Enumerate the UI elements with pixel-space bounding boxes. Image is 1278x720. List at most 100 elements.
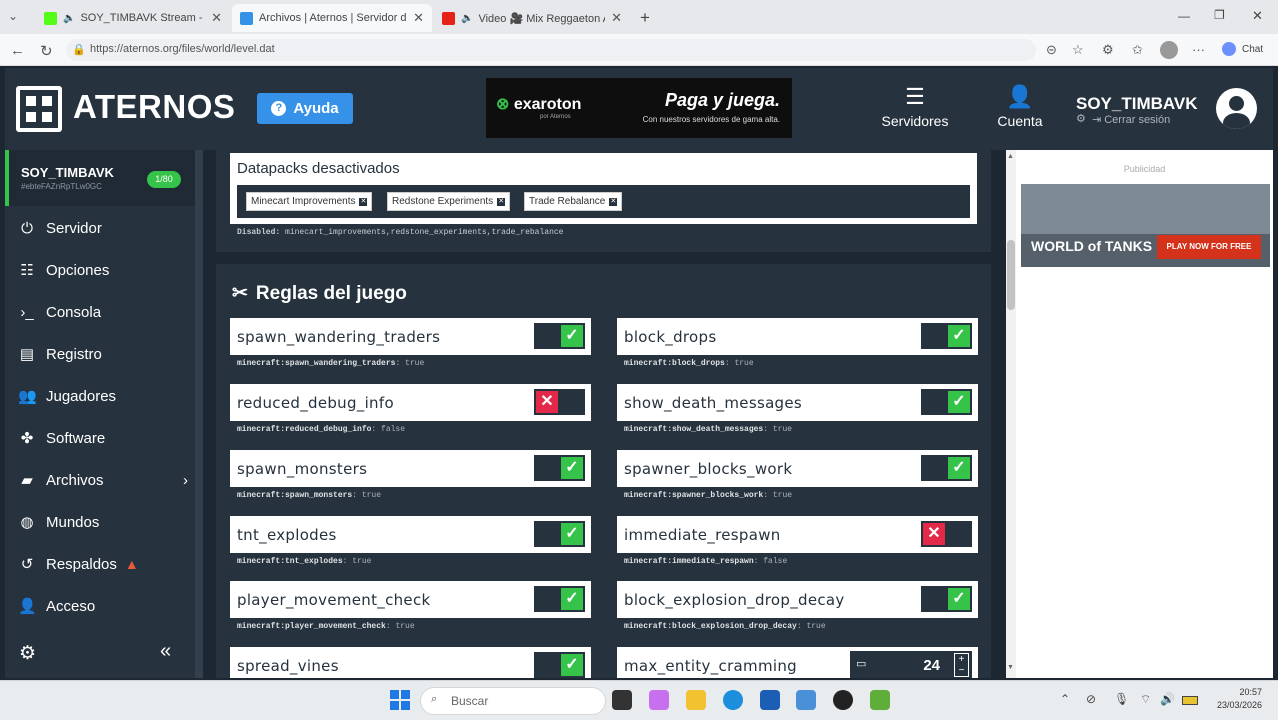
maximize-icon[interactable]: ❐ bbox=[1214, 8, 1225, 22]
sidebar-item-jugadores[interactable]: 👥 Jugadores bbox=[18, 381, 116, 411]
scroll-down-icon[interactable]: ▼ bbox=[1007, 664, 1014, 671]
collapse-sidebar-icon[interactable]: « bbox=[160, 640, 171, 663]
kick-favicon-icon bbox=[44, 11, 57, 25]
servers-nav[interactable]: ☰ Servidores bbox=[870, 84, 960, 129]
user-avatar[interactable] bbox=[1216, 88, 1257, 129]
microphone-icon[interactable]: 🎙 bbox=[1114, 692, 1129, 706]
sidebar-item-servidor[interactable]: ⏻ Servidor bbox=[18, 213, 102, 243]
server-id: #ebteFAZnRpTLw0GC bbox=[21, 182, 102, 191]
profile-avatar[interactable] bbox=[1160, 41, 1178, 59]
logout-link[interactable]: ⇥ Cerrar sesión bbox=[1092, 113, 1170, 126]
logout-label: Cerrar sesión bbox=[1104, 114, 1171, 126]
tab-aternos[interactable]: Archivos | Aternos | Servidor de M ✕ bbox=[232, 4, 432, 32]
favorite-star-icon[interactable]: ☆ bbox=[1072, 42, 1084, 58]
tray-chevron-icon[interactable]: ⌃ bbox=[1060, 692, 1070, 706]
main-scrollbar-thumb[interactable] bbox=[1007, 240, 1015, 310]
sidebar-item-respaldos[interactable]: ↺ Respaldos ▲ bbox=[18, 549, 139, 579]
sidebar-item-registro[interactable]: ▤ Registro bbox=[18, 339, 102, 369]
rule-toggle[interactable]: ✓ bbox=[534, 652, 585, 678]
reload-icon[interactable]: ↻ bbox=[40, 42, 53, 60]
rule-toggle[interactable]: ✓ bbox=[534, 586, 585, 612]
help-button[interactable]: ? Ayuda bbox=[257, 93, 353, 124]
remove-tag-icon[interactable]: ✕ bbox=[359, 197, 368, 206]
copilot-app-icon[interactable] bbox=[649, 690, 669, 710]
datapack-tag[interactable]: Trade Rebalance ✕ bbox=[524, 192, 623, 211]
wifi-icon[interactable]: ⌔ bbox=[1140, 692, 1151, 707]
store-icon[interactable] bbox=[760, 690, 780, 710]
rule-name: block_explosion_drop_decay bbox=[624, 591, 845, 609]
new-tab-button[interactable]: + bbox=[640, 8, 650, 28]
close-window-icon[interactable]: ✕ bbox=[1252, 8, 1263, 24]
rule-toggle[interactable]: ✓ bbox=[921, 455, 972, 481]
number-input[interactable]: ▭ 24 + − bbox=[850, 651, 972, 678]
settings-small-icon[interactable]: ⚙ bbox=[1076, 112, 1086, 125]
file-explorer-icon[interactable] bbox=[686, 690, 706, 710]
settings-gear-icon[interactable]: ⚙ bbox=[19, 642, 36, 665]
network-off-icon[interactable]: ⊘ bbox=[1086, 692, 1096, 706]
user-lock-icon: 👤 bbox=[18, 598, 37, 615]
close-tab-icon[interactable]: ✕ bbox=[611, 10, 622, 26]
rule-toggle[interactable]: ✕ bbox=[534, 389, 585, 415]
brand-name[interactable]: ATERNOS bbox=[73, 88, 235, 126]
sidebar-item-acceso[interactable]: 👤 Acceso bbox=[18, 591, 95, 621]
rule-toggle[interactable]: ✓ bbox=[921, 389, 972, 415]
minecraft-icon[interactable] bbox=[870, 690, 890, 710]
sidebar-item-mundos[interactable]: ◍ Mundos bbox=[18, 507, 99, 537]
mail-icon[interactable] bbox=[796, 690, 816, 710]
tab-list-chevron-icon[interactable]: ⌄ bbox=[8, 9, 18, 23]
favorites-icon[interactable]: ✩ bbox=[1132, 42, 1143, 58]
extensions-icon[interactable]: ⚙ bbox=[1102, 42, 1114, 58]
rule-toggle[interactable]: ✓ bbox=[534, 323, 585, 349]
rule-toggle[interactable]: ✓ bbox=[534, 521, 585, 547]
rule-toggle[interactable]: ✕ bbox=[921, 521, 972, 547]
copilot-icon[interactable] bbox=[1222, 42, 1236, 56]
world-of-tanks-ad[interactable]: WORLD of TANKS PLAY NOW FOR FREE bbox=[1021, 184, 1270, 267]
volume-icon[interactable]: 🔊 bbox=[1160, 692, 1175, 706]
start-icon[interactable] bbox=[390, 690, 410, 710]
tab-video[interactable]: 🔈 Video 🎥 Mix Reggaeton Anti ✕ bbox=[434, 4, 630, 32]
main-scrollbar[interactable] bbox=[1006, 150, 1016, 678]
remove-tag-icon[interactable]: ✕ bbox=[609, 197, 618, 206]
close-tab-icon[interactable]: ✕ bbox=[413, 10, 424, 26]
datapack-tag[interactable]: Redstone Experiments ✕ bbox=[387, 192, 511, 211]
lock-icon[interactable]: 🔒 bbox=[72, 43, 86, 56]
close-tab-icon[interactable]: ✕ bbox=[211, 10, 222, 26]
remove-tag-icon[interactable]: ✕ bbox=[497, 197, 506, 206]
scroll-up-icon[interactable]: ▲ bbox=[1007, 153, 1014, 160]
taskbar-search[interactable]: Buscar bbox=[420, 687, 606, 715]
sidebar-item-software[interactable]: ✤ Software bbox=[18, 423, 106, 453]
datapack-tag[interactable]: Minecart Improvements ✕ bbox=[246, 192, 373, 211]
battery-icon[interactable] bbox=[1182, 696, 1198, 705]
rule-toggle[interactable]: ✓ bbox=[921, 323, 972, 349]
sidebar-scrollbar[interactable] bbox=[195, 150, 203, 678]
more-menu-icon[interactable]: ··· bbox=[1192, 42, 1205, 57]
taskbar-clock[interactable]: 20:57 23/03/2026 bbox=[1210, 686, 1262, 712]
game-rules-title: Reglas del juego bbox=[255, 282, 407, 304]
url-field[interactable]: https://aternos.org/files/world/level.da… bbox=[66, 39, 1036, 61]
obs-icon[interactable] bbox=[833, 690, 853, 710]
number-stepper[interactable]: + − bbox=[954, 653, 969, 677]
rule-toggle[interactable]: ✓ bbox=[921, 586, 972, 612]
tab-stream[interactable]: 🔈 SOY_TIMBAVK Stream - Watc ✕ bbox=[36, 4, 230, 32]
clock-time: 20:57 bbox=[1239, 687, 1262, 697]
translate-icon[interactable]: ⊝ bbox=[1046, 42, 1057, 58]
chat-label[interactable]: Chat bbox=[1242, 44, 1263, 55]
sidebar-item-consola[interactable]: ›_ Consola bbox=[18, 297, 101, 327]
back-icon[interactable]: ← bbox=[10, 42, 25, 59]
rule-key-name: minecraft:tnt_explodes bbox=[237, 557, 343, 566]
rule-toggle[interactable]: ✓ bbox=[534, 455, 585, 481]
rule-key: minecraft:show_death_messages: true bbox=[624, 425, 793, 434]
rule-name: tnt_explodes bbox=[237, 526, 337, 544]
task-view-icon[interactable] bbox=[612, 690, 632, 710]
minimize-icon[interactable]: — bbox=[1178, 9, 1190, 23]
sidebar-item-opciones[interactable]: ☷ Opciones bbox=[18, 255, 109, 285]
ad-cta-button[interactable]: PLAY NOW FOR FREE bbox=[1157, 235, 1261, 259]
rule-key-value: true bbox=[772, 425, 793, 434]
aternos-logo-icon[interactable] bbox=[16, 86, 62, 132]
sidebar-item-label: Jugadores bbox=[46, 387, 117, 405]
account-nav[interactable]: 👤 Cuenta bbox=[975, 84, 1065, 129]
edge-icon[interactable] bbox=[723, 690, 743, 710]
sidebar-item-archivos[interactable]: ▰ Archivos › bbox=[18, 465, 188, 495]
header-ad-banner[interactable]: ⊗ exaroton por Aternos Paga y juega. Con… bbox=[486, 78, 792, 138]
username[interactable]: SOY_TIMBAVK bbox=[1076, 94, 1198, 114]
